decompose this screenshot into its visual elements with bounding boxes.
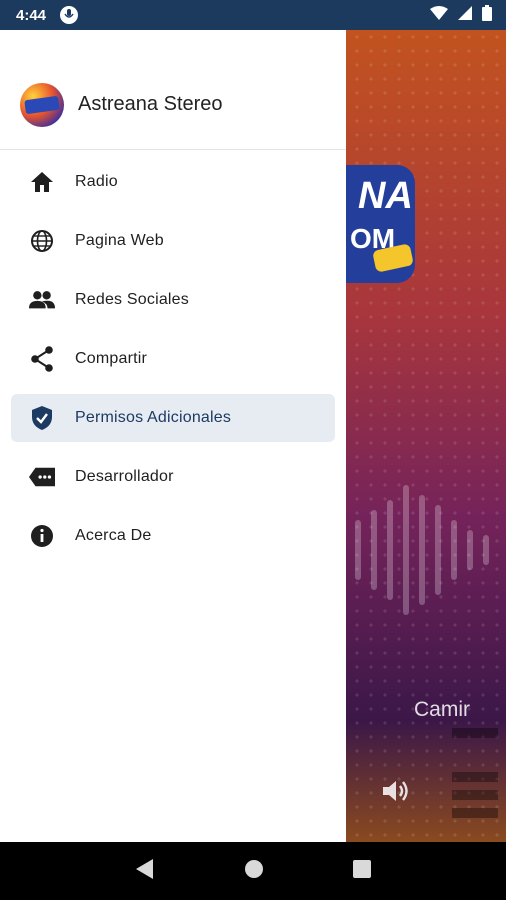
menu-item-permisos-adicionales[interactable]: Permisos Adicionales [11, 394, 335, 442]
navigation-drawer: Astreana Stereo Radio Pagina Web Redes S… [0, 30, 346, 842]
signal-icon [458, 6, 472, 24]
volume-icon[interactable] [381, 778, 411, 809]
drawer-header: Astreana Stereo [0, 30, 346, 150]
status-bar: 4:44 [0, 0, 506, 30]
audio-waveform [355, 485, 489, 615]
status-time: 4:44 [16, 6, 47, 24]
globe-icon [29, 228, 55, 254]
wifi-icon [430, 6, 448, 24]
info-icon [29, 523, 55, 549]
back-icon[interactable] [135, 858, 155, 885]
menu-item-label: Desarrollador [75, 468, 174, 485]
battery-icon [482, 5, 492, 25]
menu-item-label: Permisos Adicionales [75, 409, 232, 426]
home-circle-icon[interactable] [244, 859, 264, 884]
app-logo-avatar [20, 82, 64, 127]
song-title: Camir [414, 698, 470, 721]
menu-item-label: Compartir [75, 350, 148, 367]
label-tag-icon [29, 464, 55, 490]
people-icon [29, 287, 55, 313]
menu-item-redes-sociales[interactable]: Redes Sociales [11, 276, 335, 324]
recents-square-icon[interactable] [353, 859, 372, 883]
system-navigation-bar [0, 842, 506, 900]
app-name: Astreana Stereo [78, 93, 223, 115]
menu-item-label: Redes Sociales [75, 291, 189, 308]
share-icon [29, 346, 55, 372]
decorative-bars [452, 728, 498, 826]
menu-item-radio[interactable]: Radio [11, 158, 335, 206]
drawer-menu: Radio Pagina Web Redes Sociales Comparti… [0, 150, 346, 560]
microphone-icon [60, 6, 79, 24]
menu-item-desarrollador[interactable]: Desarrollador [11, 453, 335, 501]
menu-item-compartir[interactable]: Compartir [11, 335, 335, 383]
menu-item-label: Pagina Web [75, 232, 164, 249]
menu-item-label: Acerca De [75, 527, 152, 544]
menu-item-acerca-de[interactable]: Acerca De [11, 512, 335, 560]
shield-check-icon [29, 405, 55, 431]
menu-item-pagina-web[interactable]: Pagina Web [11, 217, 335, 265]
menu-item-label: Radio [75, 173, 118, 190]
home-icon [29, 169, 55, 195]
